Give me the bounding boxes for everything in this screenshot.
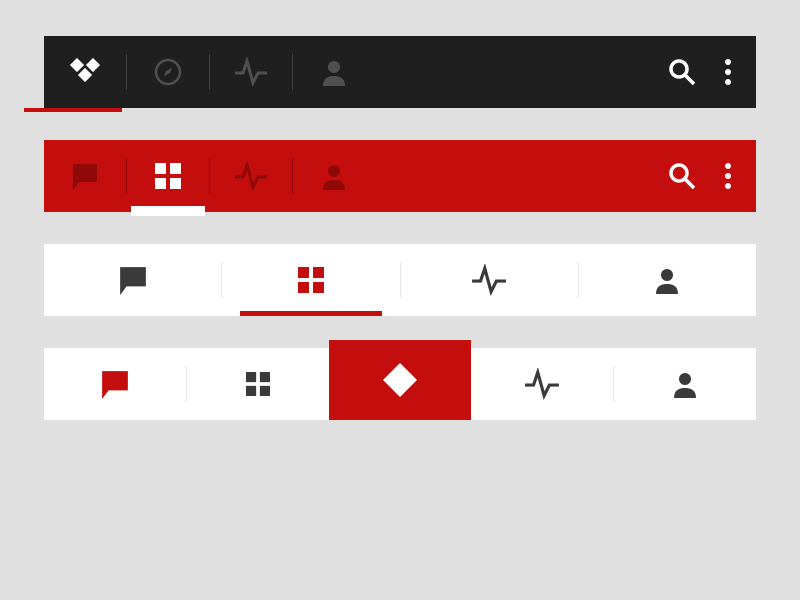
tab-compose[interactable] — [329, 340, 471, 420]
activity-icon — [234, 161, 268, 191]
tab-chat[interactable] — [44, 140, 126, 212]
tab-grid[interactable] — [127, 140, 209, 212]
tab-grid[interactable] — [222, 244, 399, 316]
tab-profile[interactable] — [614, 348, 756, 420]
diamonds-icon — [68, 58, 102, 86]
tab-chat[interactable] — [44, 244, 221, 316]
tabs-group — [44, 36, 668, 108]
toolbar-dark — [44, 36, 756, 108]
tab-home[interactable] — [44, 36, 126, 108]
toolbar-red — [44, 140, 756, 212]
tab-profile[interactable] — [579, 244, 756, 316]
person-icon — [653, 266, 681, 294]
tab-activity[interactable] — [401, 244, 578, 316]
more-vertical-icon[interactable] — [724, 162, 732, 190]
actions-group — [668, 36, 756, 108]
tab-profile[interactable] — [293, 36, 375, 108]
chat-icon — [100, 369, 130, 399]
chat-icon — [118, 265, 148, 295]
compass-icon — [153, 57, 183, 87]
diamond-plus-icon — [376, 356, 424, 404]
grid-icon — [246, 372, 270, 396]
tab-profile[interactable] — [293, 140, 375, 212]
tab-chat[interactable] — [44, 348, 186, 420]
actions-group — [668, 140, 756, 212]
chat-icon — [71, 162, 99, 190]
activity-icon — [471, 264, 507, 296]
tab-explore[interactable] — [127, 36, 209, 108]
person-icon — [320, 162, 348, 190]
tabs-group — [44, 244, 756, 316]
tab-activity[interactable] — [210, 36, 292, 108]
search-icon[interactable] — [668, 162, 696, 190]
tab-activity[interactable] — [210, 140, 292, 212]
activity-icon — [234, 57, 268, 87]
tab-activity[interactable] — [471, 348, 613, 420]
tab-grid[interactable] — [187, 348, 329, 420]
search-icon[interactable] — [668, 58, 696, 86]
tabs-group — [44, 140, 668, 212]
activity-icon — [524, 368, 560, 400]
more-vertical-icon[interactable] — [724, 58, 732, 86]
tabs-group — [44, 348, 756, 420]
person-icon — [320, 58, 348, 86]
grid-icon — [155, 163, 181, 189]
person-icon — [671, 370, 699, 398]
grid-icon — [298, 267, 324, 293]
toolbar-white-fab — [44, 348, 756, 420]
toolbar-white — [44, 244, 756, 316]
